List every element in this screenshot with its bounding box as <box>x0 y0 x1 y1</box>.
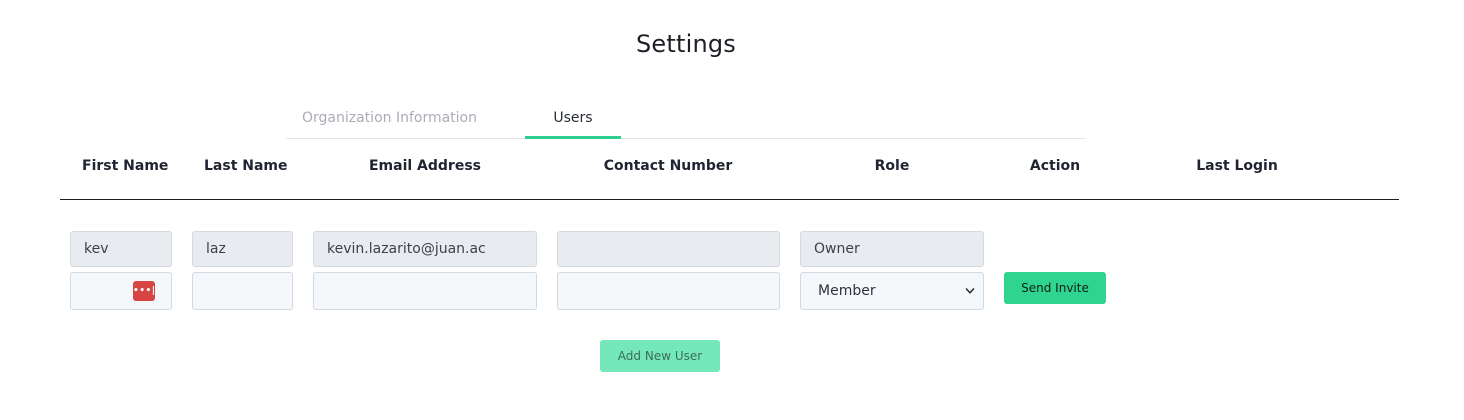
column-header-last-name: Last Name <box>204 158 288 174</box>
existing-role-field[interactable]: Owner <box>800 231 984 267</box>
existing-contact-number-field[interactable] <box>557 231 780 267</box>
role-select-value: Member <box>818 283 876 299</box>
add-new-user-button[interactable]: Add New User <box>600 340 720 372</box>
existing-first-name-field[interactable]: kev <box>70 231 172 267</box>
column-header-first-name: First Name <box>82 158 169 174</box>
new-first-name-input[interactable] <box>70 272 172 310</box>
table-header-divider <box>60 199 1399 200</box>
existing-email-field[interactable]: kevin.lazarito@juan.ac <box>313 231 537 267</box>
password-manager-icon[interactable]: •••| <box>133 281 155 301</box>
new-role-select[interactable]: Member <box>800 272 984 310</box>
page-title: Settings <box>635 30 737 58</box>
tab-organization-information[interactable]: Organization Information <box>302 104 498 138</box>
column-header-role: Role <box>874 158 910 174</box>
tab-users[interactable]: Users <box>525 104 621 139</box>
column-header-contact-number: Contact Number <box>603 158 733 174</box>
settings-page: Settings Organization Information Users … <box>0 0 1464 420</box>
active-tab-indicator <box>525 136 621 139</box>
new-contact-number-input[interactable] <box>557 272 780 310</box>
column-header-action: Action <box>1029 158 1081 174</box>
column-header-last-login: Last Login <box>1196 158 1278 174</box>
existing-last-name-field[interactable]: laz <box>192 231 293 267</box>
column-header-email-address: Email Address <box>368 158 481 174</box>
settings-tabs: Organization Information Users <box>286 104 1086 139</box>
new-email-input[interactable] <box>313 272 537 310</box>
send-invite-button[interactable]: Send Invite <box>1004 272 1106 304</box>
tab-users-label: Users <box>553 110 593 126</box>
chevron-down-icon <box>965 288 975 294</box>
new-last-name-input[interactable] <box>192 272 293 310</box>
